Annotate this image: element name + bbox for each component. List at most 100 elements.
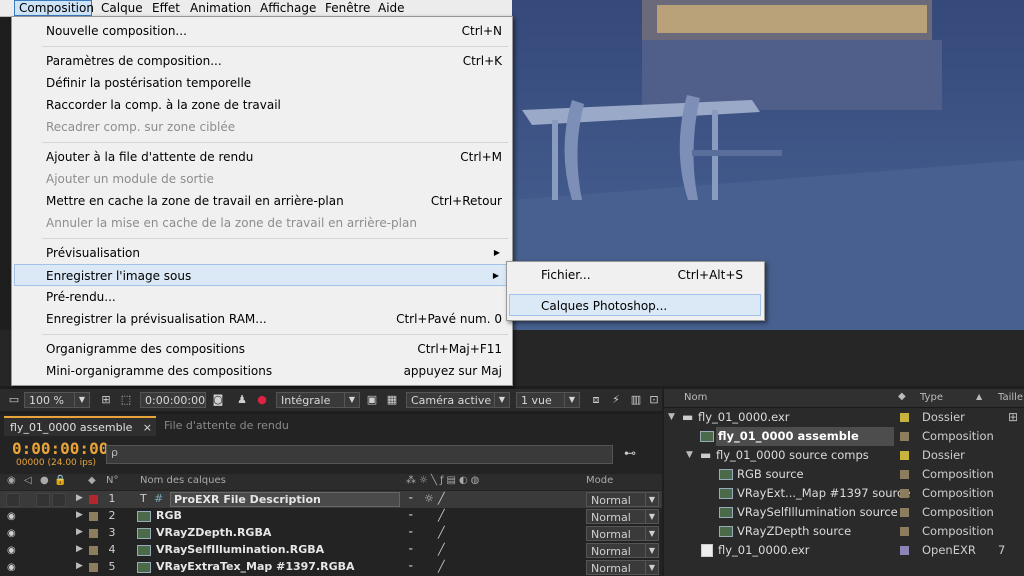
layer-name[interactable]: VRaySelfIllumination.RGBA	[156, 543, 324, 556]
expand-triangle-icon[interactable]: ▶	[76, 493, 83, 503]
expand-triangle-icon[interactable]: ▶	[76, 544, 83, 554]
layer-row[interactable]: ◉ ▶ 3 VRayZDepth.RGBA ⁃ ╱ Normal ▼	[0, 525, 662, 542]
tab-render-queue[interactable]: File d'attente de rendu	[158, 416, 298, 436]
shy-switch-icon[interactable]: ⁃	[408, 560, 414, 573]
blend-mode-select[interactable]: Normal ▼	[586, 509, 659, 524]
solo-toggle[interactable]	[36, 493, 50, 507]
project-item-comp[interactable]: VRayZDepth source Composition	[664, 522, 1024, 541]
project-item-folder[interactable]: ▼ ▬ fly_01_0000.exr Dossier	[664, 408, 1024, 427]
menu-item-nouvelle-composition[interactable]: Nouvelle composition... Ctrl+N	[14, 20, 508, 42]
menu-fenetre[interactable]: Fenêtre	[321, 0, 374, 16]
expand-triangle-icon[interactable]: ▶	[76, 510, 83, 520]
camera-view-select[interactable]: Caméra active ▼	[406, 392, 510, 408]
project-item-comp[interactable]: fly_01_0000 assemble Composition	[664, 427, 1024, 446]
show-snapshot-icon[interactable]: ♟	[234, 392, 250, 408]
label-swatch[interactable]	[900, 527, 909, 536]
camera-snapshot-icon[interactable]: ◙	[210, 392, 226, 408]
graph-editor-icon[interactable]: ⊷	[624, 446, 636, 460]
blend-mode-select[interactable]: Normal ▼	[586, 560, 659, 575]
visibility-toggle[interactable]	[6, 493, 20, 507]
shy-switch-icon[interactable]: ⁃	[408, 509, 414, 522]
eye-icon[interactable]: ◉	[7, 545, 16, 556]
menu-aide[interactable]: Aide	[374, 0, 409, 16]
layer-name[interactable]: VRayExtraTex_Map #1397.RGBA	[156, 560, 355, 573]
project-item-folder[interactable]: ▼ ▬ fly_01_0000 source comps Dossier	[664, 446, 1024, 465]
toggle-pixel-aspect-icon[interactable]: ⧈	[588, 392, 604, 408]
fast-previews-icon[interactable]: ⚡	[608, 392, 624, 408]
label-swatch[interactable]	[900, 546, 909, 555]
menu-item-raccorder-zone[interactable]: Raccorder la comp. à la zone de travail	[14, 94, 508, 116]
view-layout-select[interactable]: 1 vue ▼	[516, 392, 580, 408]
label-swatch[interactable]	[900, 451, 909, 460]
collapse-switch-icon[interactable]: ☼	[424, 492, 434, 505]
close-tab-icon[interactable]: ×	[143, 418, 152, 438]
layer-row[interactable]: ▶ 1 T # ProEXR File Description ⁃ ☼ ╱ No…	[0, 491, 662, 508]
transparency-grid-icon[interactable]: ▦	[384, 392, 400, 408]
expand-triangle-icon[interactable]: ▶	[76, 527, 83, 537]
layer-row[interactable]: ◉ ▶ 4 VRaySelfIllumination.RGBA ⁃ ╱ Norm…	[0, 542, 662, 559]
menu-item-posterisation[interactable]: Définir la postérisation temporelle	[14, 72, 508, 94]
menu-item-mini-organigramme[interactable]: Mini-organigramme des compositions appuye…	[14, 360, 508, 382]
project-item-comp[interactable]: RGB source Composition	[664, 465, 1024, 484]
menu-item-enregistrer-previsualisation[interactable]: Enregistrer la prévisualisation RAM... Ct…	[14, 308, 508, 330]
project-item-comp[interactable]: VRayExt..._Map #1397 source Composition	[664, 484, 1024, 503]
lock-toggle[interactable]	[52, 493, 66, 507]
collapse-triangle-icon[interactable]: ▼	[686, 446, 693, 465]
expand-triangle-icon[interactable]: ▶	[76, 561, 83, 571]
label-swatch[interactable]	[900, 470, 909, 479]
color-channels-icon[interactable]: ●	[254, 392, 270, 408]
layer-name-header[interactable]: Nom des calques	[140, 475, 226, 486]
always-preview-icon[interactable]: ▭	[6, 392, 22, 408]
timeline-timecode[interactable]: 0:00:00:00	[12, 439, 108, 458]
menu-affichage[interactable]: Affichage	[256, 0, 320, 16]
menu-composition[interactable]: Composition	[14, 0, 94, 16]
menu-item-pre-rendu[interactable]: Pré-rendu...	[14, 286, 508, 308]
label-swatch[interactable]	[900, 413, 909, 422]
tab-comp-assemble[interactable]: fly_01_0000 assemble ×	[4, 416, 156, 436]
blend-mode-select[interactable]: Normal ▼	[586, 492, 659, 507]
name-column-header[interactable]: Nom	[684, 392, 707, 403]
menu-item-organigramme[interactable]: Organigramme des compositions Ctrl+Maj+F1…	[14, 338, 508, 360]
layer-label-swatch[interactable]	[89, 563, 98, 572]
quality-switch-icon[interactable]: ╱	[438, 509, 445, 522]
eye-icon[interactable]: ◉	[7, 528, 16, 539]
layer-label-swatch[interactable]	[89, 512, 98, 521]
layer-name[interactable]: VRayZDepth.RGBA	[156, 526, 271, 539]
submenu-item-calques-photoshop[interactable]: Calques Photoshop...	[509, 294, 761, 316]
shy-switch-icon[interactable]: ⁃	[408, 543, 414, 556]
label-swatch[interactable]	[900, 489, 909, 498]
quality-switch-icon[interactable]: ╱	[438, 560, 445, 573]
timeline-icon[interactable]: ▥	[628, 392, 644, 408]
blend-mode-select[interactable]: Normal ▼	[586, 543, 659, 558]
zoom-select[interactable]: 100 % ▼	[24, 392, 90, 408]
blend-mode-select[interactable]: Normal ▼	[586, 526, 659, 541]
shy-switch-icon[interactable]: ⁃	[408, 492, 414, 505]
quality-switch-icon[interactable]: ╱	[438, 526, 445, 539]
quality-switch-icon[interactable]: ╱	[438, 492, 445, 505]
menu-item-enregistrer-image[interactable]: Enregistrer l'image sous ▶	[14, 264, 508, 286]
layer-row[interactable]: ◉ ▶ 5 VRayExtraTex_Map #1397.RGBA ⁃ ╱ No…	[0, 559, 662, 576]
label-swatch[interactable]	[900, 508, 909, 517]
menu-item-file-rendu[interactable]: Ajouter à la file d'attente de rendu Ctrl…	[14, 146, 508, 168]
menu-animation[interactable]: Animation	[186, 0, 255, 16]
menu-effet[interactable]: Effet	[148, 0, 184, 16]
current-time-field[interactable]: 0:00:00:00	[140, 392, 206, 408]
eye-icon[interactable]: ◉	[7, 562, 16, 573]
layer-row[interactable]: ◉ ▶ 2 RGB ⁃ ╱ Normal ▼	[0, 508, 662, 525]
layer-search-input[interactable]: ρ	[106, 445, 613, 464]
menu-item-previsualisation[interactable]: Prévisualisation ▶	[14, 242, 508, 264]
menu-item-parametres-composition[interactable]: Paramètres de composition... Ctrl+K	[14, 50, 508, 72]
shy-switch-icon[interactable]: ⁃	[408, 526, 414, 539]
project-item-footage[interactable]: fly_01_0000.exr OpenEXR 7	[664, 541, 1024, 560]
flowchart-icon[interactable]: ⊡	[646, 392, 662, 408]
menu-calque[interactable]: Calque	[97, 0, 147, 16]
layer-name[interactable]: RGB	[156, 509, 182, 522]
layer-name[interactable]: ProEXR File Description	[170, 492, 400, 507]
mask-toggle-icon[interactable]: ⬚	[118, 392, 134, 408]
layer-label-swatch[interactable]	[89, 495, 98, 504]
quality-switch-icon[interactable]: ╱	[438, 543, 445, 556]
region-of-interest-icon[interactable]: ▣	[364, 392, 380, 408]
type-column-header[interactable]: Type	[920, 392, 943, 403]
menu-item-cache-arriere-plan[interactable]: Mettre en cache la zone de travail en ar…	[14, 190, 508, 212]
label-swatch[interactable]	[900, 432, 909, 441]
